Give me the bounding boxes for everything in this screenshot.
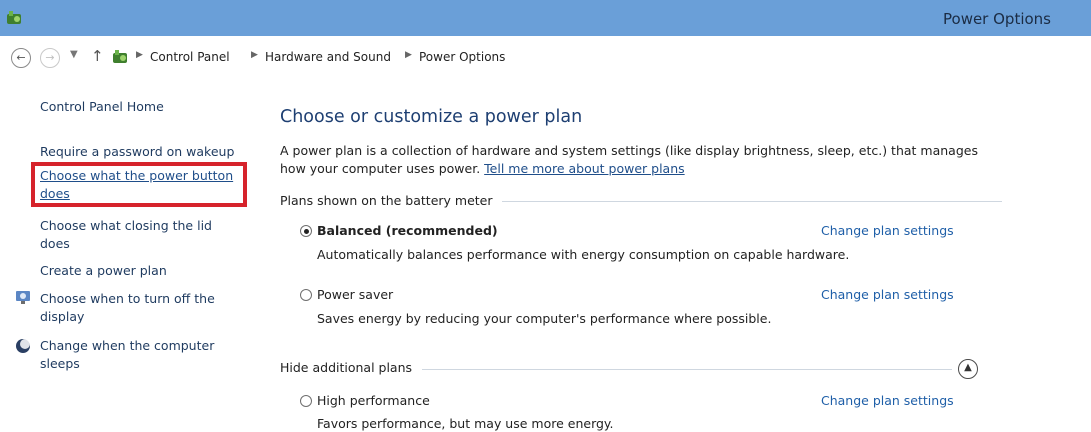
title-bar: Power Options — [0, 0, 1091, 36]
plan-name-balanced[interactable]: Balanced (recommended) — [317, 223, 498, 238]
plan-description-balanced: Automatically balances performance with … — [317, 247, 850, 262]
breadcrumb-control-panel[interactable]: Control Panel — [150, 50, 230, 64]
page-description: A power plan is a collection of hardware… — [280, 142, 1000, 178]
display-icon — [16, 291, 30, 304]
main-content: Choose or customize a power plan A power… — [280, 80, 1080, 432]
sidebar-link-computer-sleeps[interactable]: Change when the computer sleeps — [40, 337, 240, 373]
plan-description-high-performance: Favors performance, but may use more ene… — [317, 416, 614, 431]
power-options-icon — [7, 11, 21, 24]
radio-high-performance[interactable] — [300, 395, 312, 407]
radio-balanced[interactable] — [300, 225, 312, 237]
plan-name-power-saver[interactable]: Power saver — [317, 287, 393, 302]
additional-plans-section-label: Hide additional plans — [280, 360, 413, 375]
up-arrow-icon[interactable]: ↑ — [91, 47, 104, 65]
breadcrumb-separator-icon: ▶ — [251, 50, 258, 60]
sidebar-link-create-plan[interactable]: Create a power plan — [40, 262, 240, 280]
sidebar-link-display-off[interactable]: Choose when to turn off the display — [40, 290, 240, 326]
sidebar-control-panel-home[interactable]: Control Panel Home — [40, 98, 240, 116]
breadcrumb-power-options[interactable]: Power Options — [419, 50, 505, 64]
sidebar-link-power-button[interactable]: Choose what the power button does — [40, 167, 240, 203]
section-divider — [502, 201, 1002, 202]
sidebar: Control Panel Home Require a password on… — [0, 80, 260, 432]
control-panel-icon — [113, 50, 127, 63]
sidebar-link-require-password[interactable]: Require a password on wakeup — [40, 143, 240, 161]
section-divider — [422, 369, 952, 370]
chevron-down-icon[interactable]: ▼ — [70, 49, 78, 60]
breadcrumb-separator-icon: ▶ — [136, 50, 143, 60]
sidebar-link-closing-lid[interactable]: Choose what closing the lid does — [40, 217, 240, 253]
sleep-icon — [16, 339, 30, 353]
address-bar: ← → ▼ ↑ ▶ Control Panel ▶ Hardware and S… — [0, 36, 1091, 80]
back-arrow-icon[interactable]: ← — [11, 48, 31, 68]
change-plan-settings-power-saver[interactable]: Change plan settings — [821, 287, 954, 302]
breadcrumb-separator-icon: ▶ — [405, 50, 412, 60]
change-plan-settings-balanced[interactable]: Change plan settings — [821, 223, 954, 238]
change-plan-settings-high-performance[interactable]: Change plan settings — [821, 393, 954, 408]
chevron-up-icon[interactable]: ▲ — [958, 359, 978, 379]
forward-arrow-icon[interactable]: → — [40, 48, 60, 68]
tell-me-more-link[interactable]: Tell me more about power plans — [484, 161, 684, 176]
window-title: Power Options — [943, 10, 1051, 28]
breadcrumb-hardware-and-sound[interactable]: Hardware and Sound — [265, 50, 391, 64]
radio-power-saver[interactable] — [300, 289, 312, 301]
battery-meter-section-label: Plans shown on the battery meter — [280, 193, 493, 208]
page-title: Choose or customize a power plan — [280, 107, 583, 127]
plan-description-power-saver: Saves energy by reducing your computer's… — [317, 311, 772, 326]
plan-name-high-performance[interactable]: High performance — [317, 393, 430, 408]
